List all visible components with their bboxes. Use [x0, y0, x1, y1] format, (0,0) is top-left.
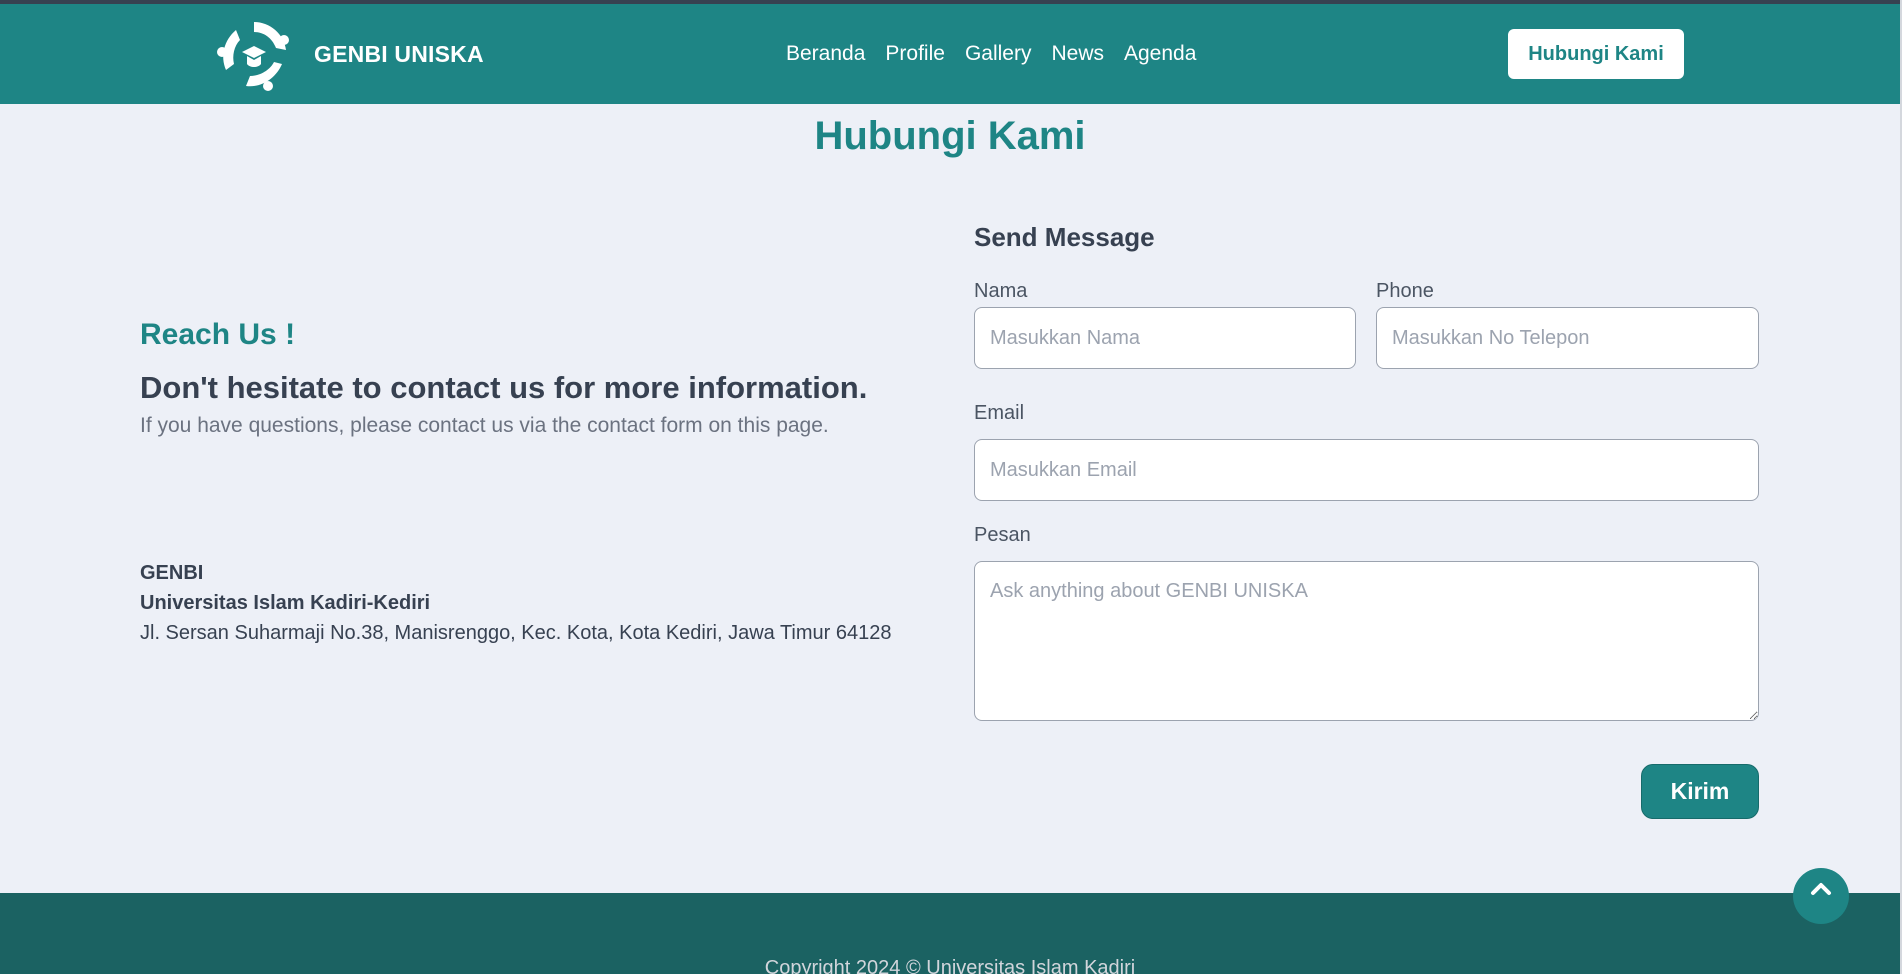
footer: Copyright 2024 © Universitas Islam Kadir…	[0, 893, 1900, 974]
page-title: Hubungi Kami	[814, 114, 1086, 158]
reach-heading: Don't hesitate to contact us for more in…	[140, 370, 868, 405]
email-label: Email	[974, 402, 1025, 424]
navbar: GENBI UNISKA Beranda Profile Gallery New…	[0, 4, 1900, 104]
name-label: Nama	[974, 280, 1028, 302]
phone-input[interactable]	[1376, 307, 1759, 369]
reach-us-section: Reach Us ! Don't hesitate to contact us …	[140, 318, 900, 438]
reach-title: Reach Us !	[140, 318, 296, 351]
scroll-to-top-button[interactable]	[1793, 868, 1849, 924]
genbi-logo-icon	[217, 22, 289, 91]
copyright-text: Copyright 2024 © Universitas Islam Kadir…	[764, 957, 1136, 974]
form-title: Send Message	[974, 222, 1155, 252]
main-nav: Beranda Profile Gallery News Agenda	[786, 4, 1196, 104]
kirim-button[interactable]: Kirim	[1641, 764, 1759, 819]
name-input[interactable]	[974, 307, 1356, 369]
brand[interactable]: GENBI UNISKA	[212, 12, 484, 96]
nav-link-profile[interactable]: Profile	[885, 42, 945, 66]
chevron-up-icon	[1811, 883, 1831, 895]
address-block: GENBI Universitas Islam Kadiri-Kediri Jl…	[140, 558, 900, 648]
reach-description: If you have questions, please contact us…	[140, 414, 829, 437]
address-street: Jl. Sersan Suharmaji No.38, Manisrenggo,…	[140, 622, 892, 644]
message-textarea[interactable]	[974, 561, 1759, 721]
nav-link-agenda[interactable]: Agenda	[1124, 42, 1196, 66]
nav-link-news[interactable]: News	[1051, 42, 1104, 66]
address-university: Universitas Islam Kadiri-Kediri	[140, 592, 431, 614]
hubungi-kami-button[interactable]: Hubungi Kami	[1508, 29, 1684, 79]
message-label: Pesan	[974, 524, 1031, 546]
email-input[interactable]	[974, 439, 1759, 501]
brand-name: GENBI UNISKA	[314, 40, 484, 67]
address-org: GENBI	[140, 562, 204, 584]
nav-link-gallery[interactable]: Gallery	[965, 42, 1032, 66]
phone-label: Phone	[1376, 280, 1434, 302]
nav-link-beranda[interactable]: Beranda	[786, 42, 865, 66]
